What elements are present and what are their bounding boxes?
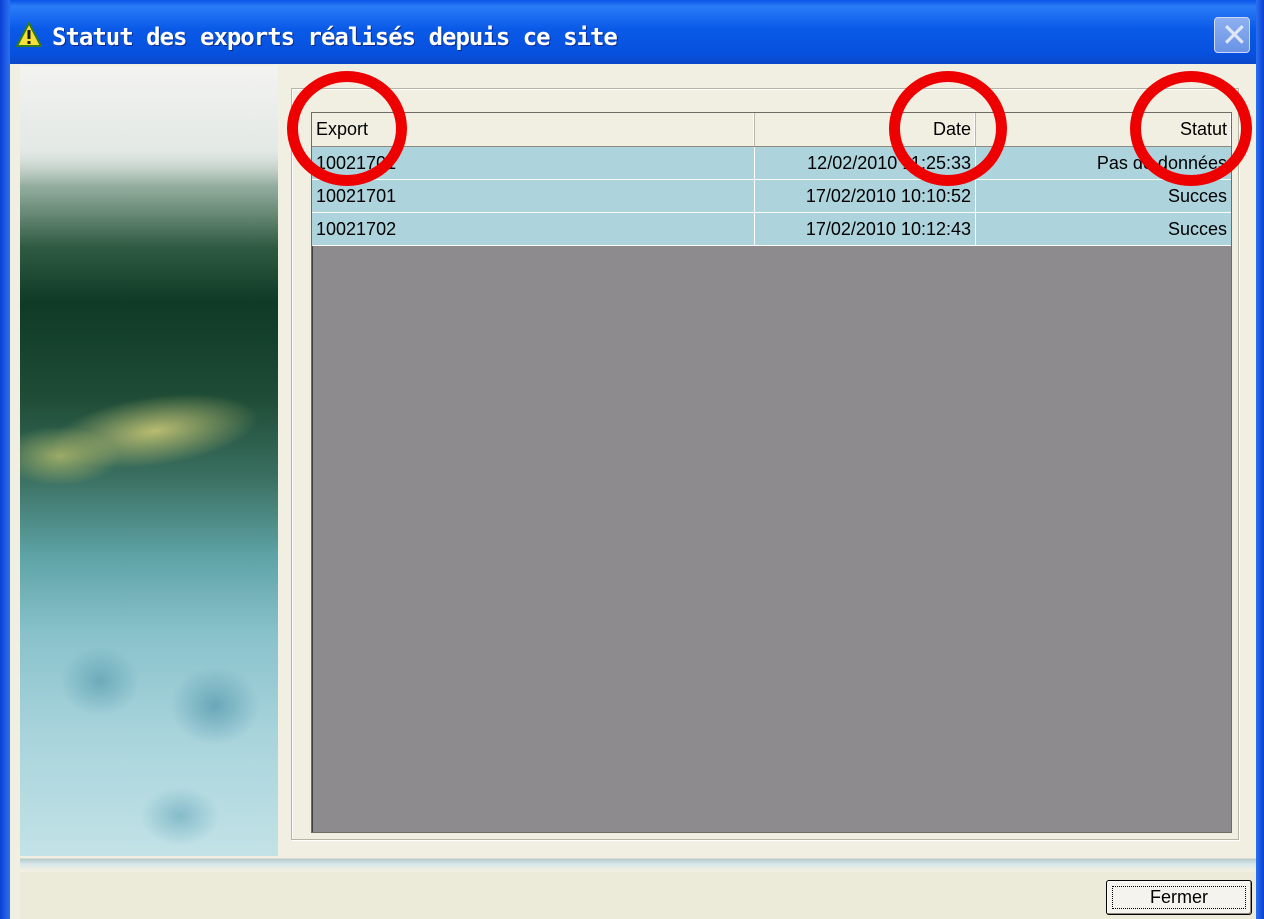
- close-icon: ✕: [1221, 16, 1248, 54]
- table-row[interactable]: 10021701 12/02/2010 11:25:33 Pas de donn…: [312, 147, 1231, 180]
- annotation-circle-statut: [1130, 71, 1252, 186]
- warning-triangle-icon: [16, 22, 42, 47]
- list-header: Export Date Statut: [312, 113, 1231, 147]
- close-button[interactable]: ✕: [1214, 16, 1250, 54]
- exports-list-view[interactable]: Export Date Statut 10021701 12/02/2010 1…: [311, 112, 1232, 833]
- cell-date: 17/02/2010 10:12:43: [755, 213, 976, 245]
- window-title: Statut des exports réalisés depuis ce si…: [52, 23, 618, 51]
- separator: [20, 856, 1256, 870]
- footer-bar: [20, 872, 1256, 919]
- fermer-button-label: Fermer: [1150, 887, 1208, 907]
- title-bar[interactable]: Statut des exports réalisés depuis ce si…: [0, 0, 1264, 64]
- annotation-circle-export: [287, 71, 407, 186]
- cell-export: 10021701: [312, 180, 755, 212]
- window-border-right: [1256, 0, 1264, 919]
- cell-statut: Succes: [1167, 219, 1227, 239]
- table-row[interactable]: 10021701 17/02/2010 10:10:52 Succes: [312, 180, 1231, 213]
- decorative-banner-image: [20, 66, 278, 856]
- fermer-button[interactable]: Fermer: [1106, 880, 1252, 915]
- table-row[interactable]: 10021702 17/02/2010 10:12:43 Succes: [312, 213, 1231, 246]
- window-border-left: [0, 0, 10, 919]
- cell-export: 10021702: [312, 213, 755, 245]
- annotation-circle-date: [889, 71, 1007, 186]
